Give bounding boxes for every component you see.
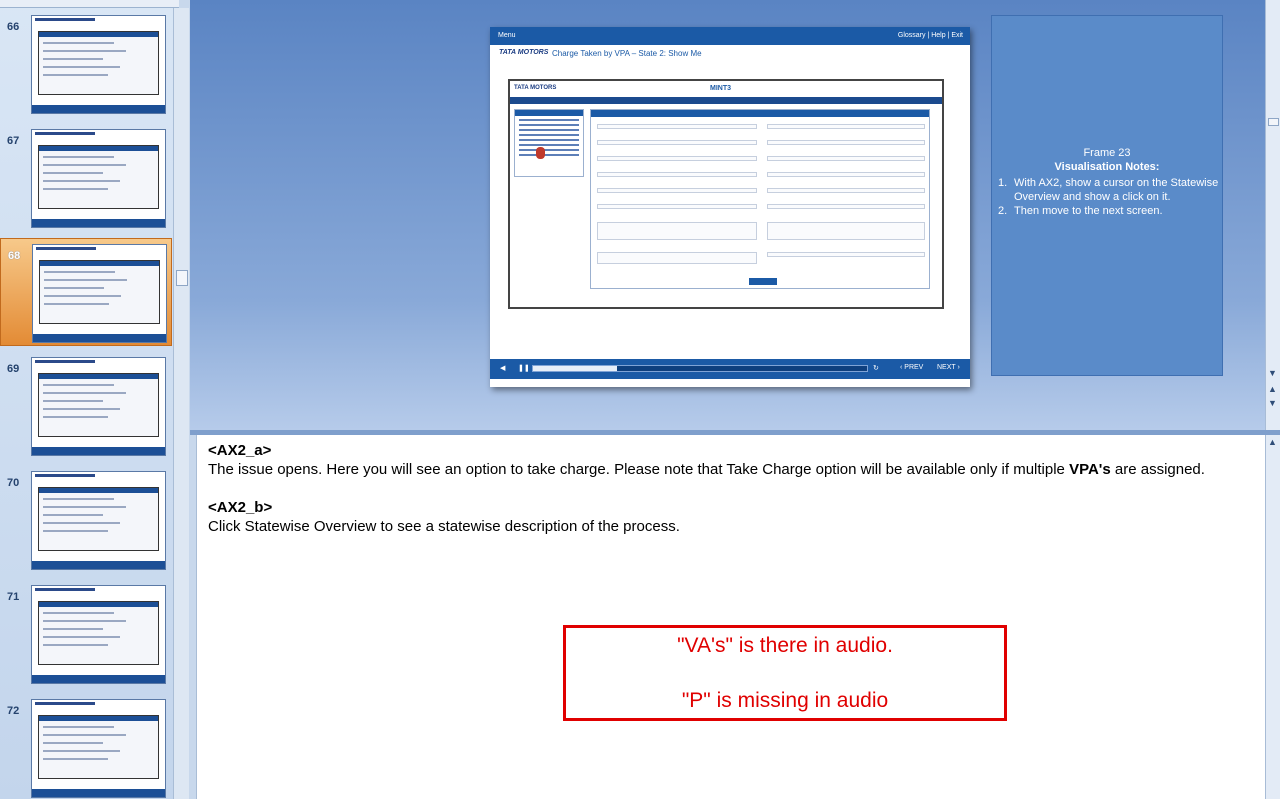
slide-thumbnail[interactable]: 70 <box>0 466 172 574</box>
slide-preview[interactable] <box>31 471 166 570</box>
list-item: 1. With AX2, show a cursor on the Statewi… <box>998 177 1219 203</box>
player-controls: ◀ ❚❚ ↻ ‹ PREV NEXT › <box>490 359 970 379</box>
course-player-screenshot: Menu Glossary | Help | Exit TATA MOTORS … <box>490 27 970 387</box>
slide-number: 71 <box>7 591 20 603</box>
slide-number: 72 <box>7 705 20 717</box>
previous-slide-icon[interactable]: ▲ <box>1268 384 1277 394</box>
notes-text[interactable]: <AX2_a> The issue opens. Here you will s… <box>208 441 1248 536</box>
replay-icon[interactable]: ↻ <box>873 364 879 372</box>
scrollbar-thumb[interactable] <box>1268 118 1279 126</box>
slide-number: 70 <box>7 477 20 489</box>
notes-heading: Visualisation Notes: <box>1054 161 1160 173</box>
volume-icon[interactable]: ◀ <box>500 364 505 372</box>
paragraph-a: The issue opens. Here you will see an op… <box>208 461 1205 478</box>
slide-thumbnail[interactable]: 68 <box>0 238 172 346</box>
tag-ax2-b: <AX2_b> <box>208 499 273 516</box>
paragraph-b: Click Statewise Overview to see a statew… <box>208 518 680 535</box>
notes-scrollbar[interactable]: ▲ <box>1265 435 1280 799</box>
slide-preview[interactable] <box>31 357 166 456</box>
slide-thumbnail[interactable]: 67 <box>0 124 172 232</box>
slide-number: 68 <box>8 250 21 262</box>
header-links[interactable]: Glossary | Help | Exit <box>898 32 963 39</box>
slide-scrollbar[interactable]: ▼ ▲ ▼ <box>1265 0 1280 430</box>
slide-number: 66 <box>7 21 20 33</box>
menu-link[interactable]: Menu <box>498 32 516 39</box>
app-screenshot: TATA MOTORS MINT3 <box>508 79 944 309</box>
take-charge-button <box>749 278 777 285</box>
next-slide-icon[interactable]: ▼ <box>1268 398 1277 408</box>
slide-number: 69 <box>7 363 20 375</box>
app-nav-bar <box>510 97 942 104</box>
slide-preview[interactable] <box>31 129 166 228</box>
comment-line-1: "VA's" is there in audio. <box>677 634 893 657</box>
player-header: Menu Glossary | Help | Exit <box>490 27 970 45</box>
list-item: 2. Then move to the next screen. <box>998 205 1163 217</box>
comment-line-2: "P" is missing in audio <box>681 689 889 712</box>
app-name: MINT3 <box>710 85 731 92</box>
slide-thumbnail[interactable]: 72 <box>0 694 172 799</box>
slide-number: 67 <box>7 135 20 147</box>
prev-button[interactable]: ‹ PREV <box>900 364 923 371</box>
pane-tabs[interactable] <box>0 0 179 8</box>
slide-thumbnail[interactable]: 66 <box>0 10 172 118</box>
scroll-up-icon[interactable]: ▲ <box>1268 437 1277 447</box>
slide-preview[interactable] <box>31 699 166 798</box>
notes-list: 1. With AX2, show a cursor on the Statewi… <box>998 176 1220 218</box>
progress-bar[interactable] <box>532 365 868 372</box>
slide-thumbnail[interactable]: 69 <box>0 352 172 460</box>
app-header: TATA MOTORS MINT3 <box>510 81 942 97</box>
slide-thumbnail[interactable]: 71 <box>0 580 172 688</box>
app-form <box>590 109 930 289</box>
progress-fill <box>533 366 617 371</box>
thumbnail-scrollbar[interactable] <box>173 8 189 799</box>
slide-preview[interactable] <box>31 585 166 684</box>
powerpoint-editor: 66 67 68 69 70 71 72 ▼ ▲ ▼ Menu Glossary | Hel… <box>0 0 1280 799</box>
slide-thumbnail-pane: 66 67 68 69 70 71 72 <box>0 0 179 799</box>
next-button[interactable]: NEXT › <box>937 364 960 371</box>
slide-preview[interactable] <box>32 244 167 343</box>
brand-logo: TATA MOTORS <box>499 49 549 56</box>
tag-ax2-a: <AX2_a> <box>208 442 272 459</box>
frame-label: Frame 23 <box>1083 147 1131 159</box>
cursor-hand-icon <box>536 147 545 159</box>
review-comment-box: "VA's" is there in audio. "P" is missing… <box>563 625 1007 721</box>
speaker-notes-pane[interactable]: <AX2_a> The issue opens. Here you will s… <box>196 435 1265 799</box>
app-sidebar <box>514 109 584 177</box>
scroll-down-icon[interactable]: ▼ <box>1268 368 1277 378</box>
scrollbar-thumb[interactable] <box>176 270 188 286</box>
visualisation-notes-box: Frame 23 Visualisation Notes: 1. With AX2… <box>991 15 1223 376</box>
pause-icon[interactable]: ❚❚ <box>518 364 530 372</box>
slide-preview[interactable] <box>31 15 166 114</box>
app-brand: TATA MOTORS <box>514 85 557 91</box>
screen-title: Charge Taken by VPA – State 2: Show Me <box>552 49 702 58</box>
